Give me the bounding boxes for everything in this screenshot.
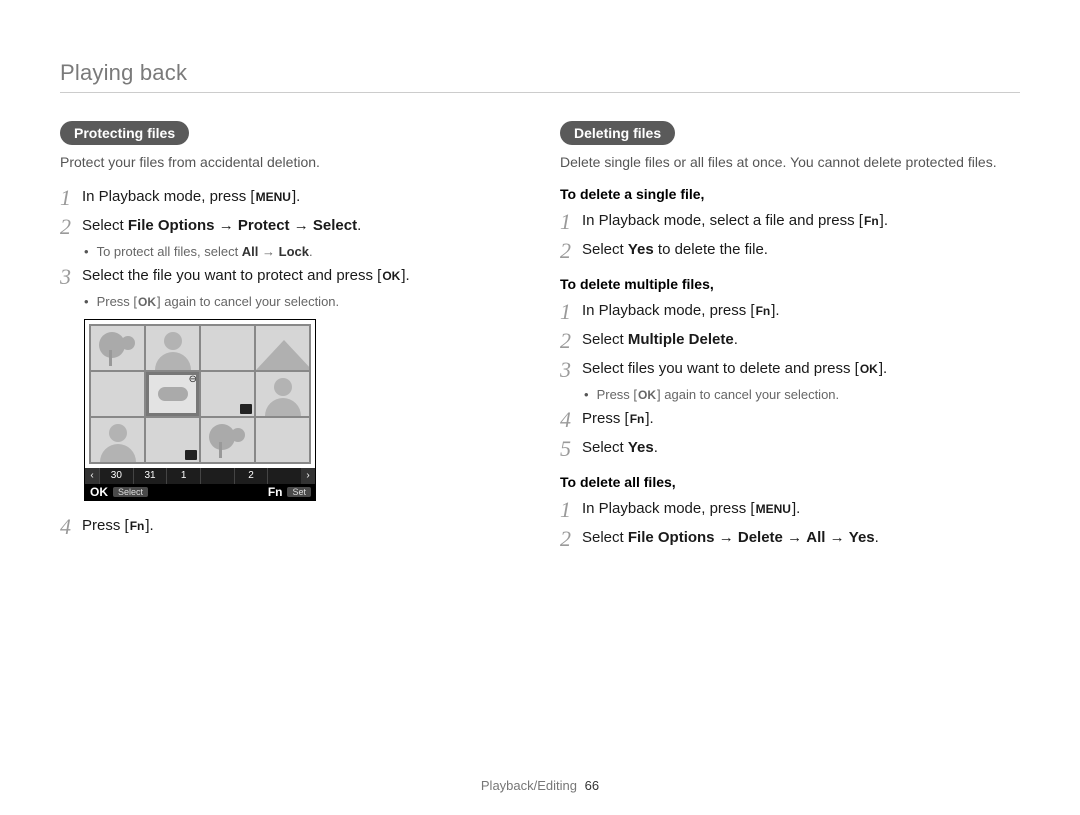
delete-all-subhead: To delete all files, — [560, 474, 1020, 490]
thumbnail — [201, 326, 254, 370]
left-step-3-bullet: Press [OK] again to cancel your selectio… — [84, 294, 520, 309]
step-text: Press [Fn]. — [582, 408, 654, 431]
protecting-intro: Protect your files from accidental delet… — [60, 153, 520, 172]
date-segment: 2 — [234, 468, 268, 484]
sec3-step-2: 2 Select File Options → Delete → All → Y… — [560, 527, 1020, 550]
footer-page-number: 66 — [585, 778, 599, 793]
thumbnail — [201, 372, 254, 416]
left-step-1: 1 In Playback mode, press [MENU]. — [60, 186, 520, 209]
date-bar: ‹ 30 31 1 2 › — [85, 468, 315, 484]
menu-key: MENU — [255, 188, 292, 206]
footer-section: Playback/Editing — [481, 778, 577, 793]
step-number: 2 — [560, 239, 582, 262]
left-step-2: 2 Select File Options → Protect → Select… — [60, 215, 520, 238]
step-number: 3 — [60, 265, 82, 288]
step-text: Select File Options → Delete → All → Yes… — [582, 527, 879, 550]
step-text: In Playback mode, press [MENU]. — [582, 498, 800, 521]
sec2-step-3: 3 Select files you want to delete and pr… — [560, 358, 1020, 381]
sec3-step-1: 1 In Playback mode, press [MENU]. — [560, 498, 1020, 521]
date-segment — [200, 468, 234, 484]
thumbnail — [146, 418, 199, 462]
step-text: In Playback mode, press [MENU]. — [82, 186, 300, 209]
sec2-step-1: 1 In Playback mode, press [Fn]. — [560, 300, 1020, 323]
thumbnail — [91, 372, 144, 416]
step-number: 4 — [60, 515, 82, 538]
sec2-step-3-bullet: Press [OK] again to cancel your selectio… — [584, 387, 1020, 402]
step-number: 2 — [560, 329, 582, 352]
fn-key: Fn — [129, 517, 146, 535]
ok-key: OK — [137, 295, 157, 309]
date-segment — [267, 468, 301, 484]
fn-key: Fn — [755, 302, 772, 320]
step-number: 4 — [560, 408, 582, 431]
step-text: Select Multiple Delete. — [582, 329, 738, 352]
step-text: Select Yes to delete the file. — [582, 239, 768, 262]
ok-key: OK — [859, 360, 879, 378]
header-divider — [60, 92, 1020, 93]
step-number: 3 — [560, 358, 582, 381]
fn-label: Fn — [267, 485, 284, 499]
camera-screenshot: ⊖ ‹ 30 31 1 2 — [84, 319, 316, 501]
ok-label: OK — [89, 485, 109, 499]
step-number: 1 — [560, 498, 582, 521]
right-column: Deleting files Delete single files or al… — [560, 121, 1020, 556]
thumbnail — [256, 326, 309, 370]
status-bar: OK Select Fn Set — [85, 484, 315, 500]
delete-single-subhead: To delete a single file, — [560, 186, 1020, 202]
step-text: Select File Options → Protect → Select. — [82, 215, 361, 238]
date-segment: 1 — [166, 468, 200, 484]
menu-key: MENU — [755, 500, 792, 518]
step-number: 2 — [560, 527, 582, 550]
page-footer: Playback/Editing 66 — [0, 778, 1080, 793]
left-step-2-bullet: To protect all files, select All → Lock. — [84, 244, 520, 259]
thumbnail — [201, 418, 254, 462]
fn-key: Fn — [629, 410, 646, 428]
step-number: 5 — [560, 437, 582, 460]
lock-icon: ⊖ — [189, 374, 197, 385]
step-number: 2 — [60, 215, 82, 238]
sec1-step-2: 2 Select Yes to delete the file. — [560, 239, 1020, 262]
step-text: In Playback mode, press [Fn]. — [582, 300, 780, 323]
step-number: 1 — [560, 300, 582, 323]
fn-key: Fn — [863, 212, 880, 230]
sec1-step-1: 1 In Playback mode, select a file and pr… — [560, 210, 1020, 233]
next-arrow-icon: › — [301, 468, 315, 484]
thumbnail — [256, 418, 309, 462]
page-header: Playing back — [60, 60, 1020, 86]
step-text: In Playback mode, select a file and pres… — [582, 210, 888, 233]
thumbnail-grid: ⊖ — [89, 324, 311, 464]
left-step-4: 4 Press [Fn]. — [60, 515, 520, 538]
deleting-intro: Delete single files or all files at once… — [560, 153, 1020, 172]
prev-arrow-icon: ‹ — [85, 468, 99, 484]
deleting-files-pill: Deleting files — [560, 121, 675, 145]
step-text: Press [Fn]. — [82, 515, 154, 538]
sec2-step-5: 5 Select Yes. — [560, 437, 1020, 460]
protecting-files-pill: Protecting files — [60, 121, 189, 145]
thumbnail — [91, 418, 144, 462]
sec2-step-4: 4 Press [Fn]. — [560, 408, 1020, 431]
ok-key: OK — [381, 267, 401, 285]
video-icon — [240, 404, 252, 414]
left-step-3: 3 Select the file you want to protect an… — [60, 265, 520, 288]
step-text: Select files you want to delete and pres… — [582, 358, 887, 381]
date-segment: 30 — [99, 468, 133, 484]
thumbnail-selected: ⊖ — [146, 372, 199, 416]
set-label: Set — [287, 487, 311, 497]
select-label: Select — [113, 487, 148, 497]
sec2-step-2: 2 Select Multiple Delete. — [560, 329, 1020, 352]
step-number: 1 — [560, 210, 582, 233]
date-segment: 31 — [133, 468, 167, 484]
video-icon — [185, 450, 197, 460]
step-number: 1 — [60, 186, 82, 209]
step-text: Select the file you want to protect and … — [82, 265, 410, 288]
ok-key: OK — [637, 388, 657, 402]
step-text: Select Yes. — [582, 437, 658, 460]
thumbnail — [91, 326, 144, 370]
thumbnail — [256, 372, 309, 416]
thumbnail — [146, 326, 199, 370]
delete-multiple-subhead: To delete multiple files, — [560, 276, 1020, 292]
left-column: Protecting files Protect your files from… — [60, 121, 520, 556]
